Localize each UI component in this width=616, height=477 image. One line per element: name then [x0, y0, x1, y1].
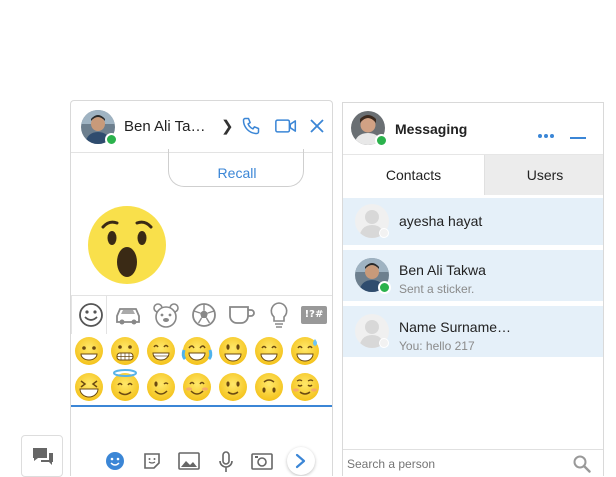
chat-bubbles-icon: [33, 448, 53, 465]
online-status-dot: [105, 133, 118, 146]
contact-item[interactable]: Name Surname… You: hello 217: [343, 306, 603, 357]
offline-status-dot: [379, 228, 389, 238]
contact-name: ayesha hayat: [399, 213, 483, 229]
emoji-blush: [183, 373, 211, 401]
chat-contact-name[interactable]: Ben Ali Tak…: [124, 118, 212, 135]
offline-status-dot: [379, 338, 389, 348]
emoji-smile: [255, 337, 283, 365]
emoji-tab-food[interactable]: [223, 296, 259, 334]
emoji-innocent: [111, 369, 139, 401]
emoji-wink: [147, 373, 175, 401]
tab-users[interactable]: Users: [484, 155, 603, 195]
search-bar: [343, 449, 603, 476]
messaging-title: Messaging: [395, 121, 468, 137]
messaging-panel: Messaging Contacts Users ayesha hayat Be…: [342, 102, 604, 476]
video-call-icon[interactable]: [275, 116, 297, 141]
emoji-sweat-smile: [291, 337, 319, 365]
emoji-grinning: [75, 337, 103, 365]
chat-header: Ben Ali Tak… ❯: [71, 101, 332, 153]
emoji-tab-travel[interactable]: [109, 296, 145, 334]
emoji-joy: [181, 337, 213, 365]
recall-button[interactable]: Recall: [169, 165, 305, 181]
phone-call-icon[interactable]: [241, 116, 261, 141]
last-message-preview: You: hello 217: [399, 339, 475, 353]
car-icon: [116, 308, 140, 325]
contact-name: Ben Ali Takwa: [399, 262, 486, 278]
emoji-icon[interactable]: [105, 451, 127, 473]
online-status-dot: [378, 281, 391, 294]
emoji-category-tabs: !?#: [71, 295, 332, 334]
smiley-icon: [79, 303, 103, 327]
emoji-grimacing: [111, 337, 139, 365]
online-status-dot: [375, 134, 388, 147]
contact-name: Name Surname…: [399, 319, 512, 335]
image-icon[interactable]: [178, 451, 200, 473]
emoji-tab-smileys[interactable]: [71, 296, 107, 334]
emoji-slight-smile: [219, 373, 247, 401]
emoji-smiley: [219, 337, 247, 365]
emoji-relaxed: [291, 373, 319, 401]
emoji-upside-down: [255, 373, 283, 401]
emoji-grid: [71, 333, 332, 405]
tab-contacts[interactable]: Contacts: [343, 155, 484, 195]
message-input[interactable]: [71, 407, 332, 445]
open-chats-button[interactable]: [21, 435, 63, 477]
emoji-grin: [147, 337, 175, 365]
sticker-icon[interactable]: [142, 451, 164, 473]
chevron-right-icon[interactable]: ❯: [221, 117, 234, 135]
soccer-ball-icon: [192, 303, 216, 327]
last-message-preview: Sent a sticker.: [399, 282, 475, 296]
bear-icon: [153, 303, 179, 328]
camera-icon[interactable]: [251, 451, 273, 473]
send-button[interactable]: [287, 447, 315, 475]
contact-item[interactable]: ayesha hayat: [343, 198, 603, 245]
recall-message-bubble: Recall: [168, 149, 304, 187]
emoji-tab-animals[interactable]: [147, 296, 183, 334]
minimize-icon[interactable]: [570, 127, 586, 145]
close-icon[interactable]: [309, 118, 325, 139]
emoji-tab-activity[interactable]: [185, 296, 221, 334]
cup-icon: [229, 306, 255, 324]
emoji-laughing: [75, 373, 103, 401]
search-input[interactable]: [345, 452, 564, 476]
emoji-tab-objects[interactable]: [261, 296, 297, 334]
emoji-tab-symbols[interactable]: !?#: [299, 296, 332, 334]
more-options-icon[interactable]: [537, 126, 555, 144]
symbols-icon: !?#: [301, 306, 327, 324]
chat-toolbar: [71, 447, 332, 476]
microphone-icon[interactable]: [218, 451, 240, 473]
contact-item[interactable]: Ben Ali Takwa Sent a sticker.: [343, 250, 603, 301]
search-icon[interactable]: [573, 455, 591, 476]
lightbulb-icon: [270, 302, 288, 328]
send-icon: [295, 453, 306, 469]
chat-window: Ben Ali Tak… ❯ Recall !?#: [70, 100, 333, 476]
sticker-surprised-face[interactable]: [87, 205, 167, 290]
messaging-header: Messaging: [343, 103, 603, 155]
messaging-tabs: Contacts Users: [343, 155, 603, 195]
